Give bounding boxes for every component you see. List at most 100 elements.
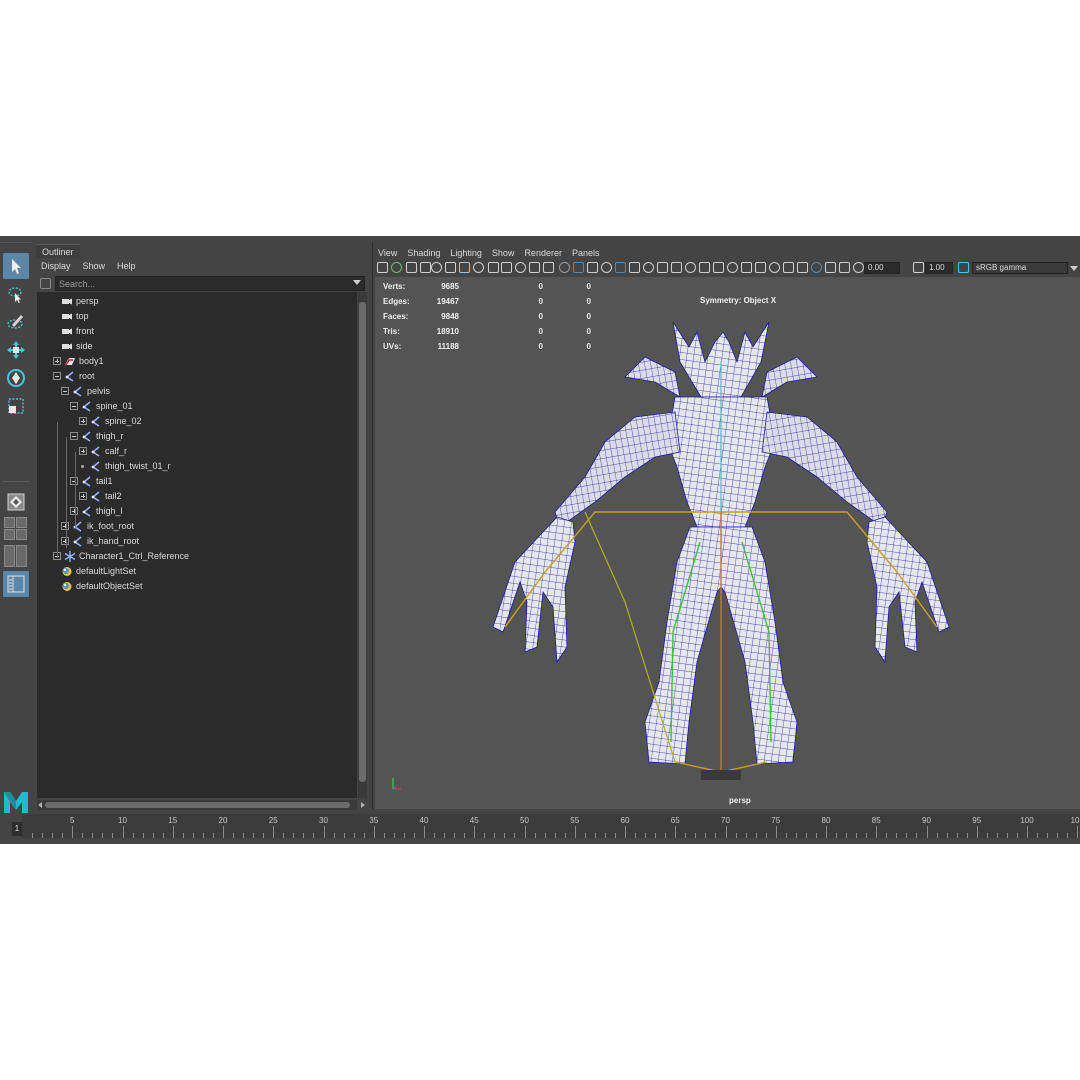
outliner-item-spine-01[interactable]: spine_01 xyxy=(37,399,355,414)
menu-help[interactable]: Help xyxy=(111,258,142,274)
expand-icon[interactable] xyxy=(61,522,69,530)
smooth-shade-icon[interactable] xyxy=(573,262,584,273)
menu-panels[interactable]: Panels xyxy=(567,246,605,260)
overlay-icon[interactable] xyxy=(825,262,836,273)
menu-lighting[interactable]: Lighting xyxy=(445,246,487,260)
grease-pencil-icon[interactable] xyxy=(445,262,456,273)
collapse-icon[interactable] xyxy=(70,432,78,440)
two-view-layout-icon[interactable] xyxy=(4,545,28,567)
ambient-occlusion-icon[interactable] xyxy=(643,262,654,273)
menu-show[interactable]: Show xyxy=(487,246,520,260)
viewport-lock-icon[interactable] xyxy=(839,262,850,273)
single-view-layout-icon[interactable] xyxy=(3,489,29,515)
outliner-vertical-scrollbar[interactable] xyxy=(358,292,367,798)
outliner-item-spine-02[interactable]: spine_02 xyxy=(37,414,355,429)
outliner-persp-layout-icon[interactable] xyxy=(3,571,29,597)
outliner-item-tail2[interactable]: tail2 xyxy=(37,489,355,504)
gate-mask-icon[interactable] xyxy=(501,262,512,273)
scrollbar-thumb[interactable] xyxy=(359,302,366,782)
lights-icon[interactable] xyxy=(615,262,626,273)
film-gate-icon[interactable] xyxy=(473,262,484,273)
safe-title-icon[interactable] xyxy=(543,262,554,273)
scale-tool-icon[interactable] xyxy=(3,393,29,419)
2d-pan-icon[interactable] xyxy=(431,262,442,273)
exposure-field[interactable]: 0.00 xyxy=(864,262,900,274)
time-slider-track[interactable]: 5 10 15 20 25 30 35 40 45 50 55 60 65 70 75 80 85 90 95 100… xyxy=(22,814,1080,838)
default-material-icon[interactable] xyxy=(587,262,598,273)
collapse-icon[interactable] xyxy=(70,402,78,410)
display-settings-icon[interactable] xyxy=(853,262,864,273)
outliner-item-character1-ctrl-reference[interactable]: Character1_Ctrl_Reference xyxy=(37,549,355,564)
outliner-item-body1[interactable]: body1 xyxy=(37,354,355,369)
wireframe-on-shaded-icon[interactable] xyxy=(769,262,780,273)
outliner-item-defaultobjectset[interactable]: defaultObjectSet xyxy=(37,579,355,594)
collapse-icon[interactable] xyxy=(53,372,61,380)
texture-icon[interactable] xyxy=(601,262,612,273)
move-tool-icon[interactable] xyxy=(3,337,29,363)
hud-icon[interactable] xyxy=(811,262,822,273)
xray-joints-icon[interactable] xyxy=(727,262,738,273)
isolate-select-icon[interactable] xyxy=(699,262,710,273)
bookmark-icon[interactable] xyxy=(391,262,402,273)
gamma-field[interactable]: 1.00 xyxy=(925,262,953,274)
expand-icon[interactable] xyxy=(61,537,69,545)
xray-components-icon[interactable] xyxy=(741,262,752,273)
expand-icon[interactable] xyxy=(79,417,87,425)
expand-icon[interactable] xyxy=(53,357,61,365)
outliner-item-pelvis[interactable]: pelvis xyxy=(37,384,355,399)
current-frame-indicator[interactable]: 1 xyxy=(12,822,22,836)
color-space-select[interactable]: sRGB gamma xyxy=(972,262,1068,274)
outliner-item-root[interactable]: root xyxy=(37,369,355,384)
search-options-icon[interactable] xyxy=(40,278,51,289)
resolution-gate-icon[interactable] xyxy=(488,262,499,273)
chevron-down-icon[interactable] xyxy=(1070,266,1078,271)
outliner-item-thigh-l[interactable]: thigh_l xyxy=(37,504,355,519)
camera-lock-icon[interactable] xyxy=(797,262,808,273)
outliner-item-side[interactable]: side xyxy=(37,339,355,354)
scrollbar-thumb[interactable] xyxy=(45,802,350,808)
outliner-item-persp[interactable]: persp xyxy=(37,294,355,309)
collapse-icon[interactable] xyxy=(70,477,78,485)
xray-icon[interactable] xyxy=(713,262,724,273)
outliner-item-top[interactable]: top xyxy=(37,309,355,324)
outliner-horizontal-scrollbar[interactable] xyxy=(37,800,357,810)
exposure-icon[interactable] xyxy=(913,262,924,273)
3d-viewport[interactable]: Verts: 9685 0 0 Edges: 19467 0 0 Faces: 9848 0 0 Tri… xyxy=(375,277,1080,809)
bookmark-flag-icon[interactable] xyxy=(420,262,431,273)
expand-icon[interactable] xyxy=(70,507,78,515)
outliner-item-defaultlightset[interactable]: defaultLightSet xyxy=(37,564,355,579)
time-slider[interactable]: 5 10 15 20 25 30 35 40 45 50 55 60 65 70 75 80 85 90 95 100… xyxy=(0,814,1080,844)
creature-wireframe-mesh[interactable] xyxy=(475,302,975,782)
menu-view[interactable]: View xyxy=(373,246,402,260)
rotate-tool-icon[interactable] xyxy=(3,365,29,391)
outliner-search-input[interactable] xyxy=(55,276,365,291)
lasso-tool-icon[interactable] xyxy=(3,281,29,307)
shadows-icon[interactable] xyxy=(629,262,640,273)
outliner-item-front[interactable]: front xyxy=(37,324,355,339)
menu-renderer[interactable]: Renderer xyxy=(519,246,567,260)
paint-select-tool-icon[interactable] xyxy=(3,309,29,335)
four-view-layout-icon[interactable] xyxy=(4,517,28,541)
anti-alias-icon[interactable] xyxy=(671,262,682,273)
selection-highlight-icon[interactable] xyxy=(783,262,794,273)
menu-show[interactable]: Show xyxy=(77,258,112,274)
grid-icon[interactable] xyxy=(459,262,470,273)
outliner-item-thigh-twist-01-r[interactable]: thigh_twist_01_r xyxy=(37,459,355,474)
field-chart-icon[interactable] xyxy=(515,262,526,273)
outliner-item-thigh-r[interactable]: thigh_r xyxy=(37,429,355,444)
outliner-item-tail1[interactable]: tail1 xyxy=(37,474,355,489)
image-plane-icon[interactable] xyxy=(406,262,417,273)
safe-action-icon[interactable] xyxy=(529,262,540,273)
outliner-item-ik-hand-root[interactable]: ik_hand_root xyxy=(37,534,355,549)
color-management-icon[interactable] xyxy=(958,262,969,273)
select-tool-icon[interactable] xyxy=(3,253,29,279)
motion-blur-icon[interactable] xyxy=(657,262,668,273)
expand-icon[interactable] xyxy=(79,492,87,500)
depth-of-field-icon[interactable] xyxy=(685,262,696,273)
menu-shading[interactable]: Shading xyxy=(402,246,445,260)
outliner-item-ik-foot-root[interactable]: ik_foot_root xyxy=(37,519,355,534)
wireframe-icon[interactable] xyxy=(559,262,570,273)
expand-icon[interactable] xyxy=(79,447,87,455)
outliner-item-calf-r[interactable]: calf_r xyxy=(37,444,355,459)
backface-icon[interactable] xyxy=(755,262,766,273)
